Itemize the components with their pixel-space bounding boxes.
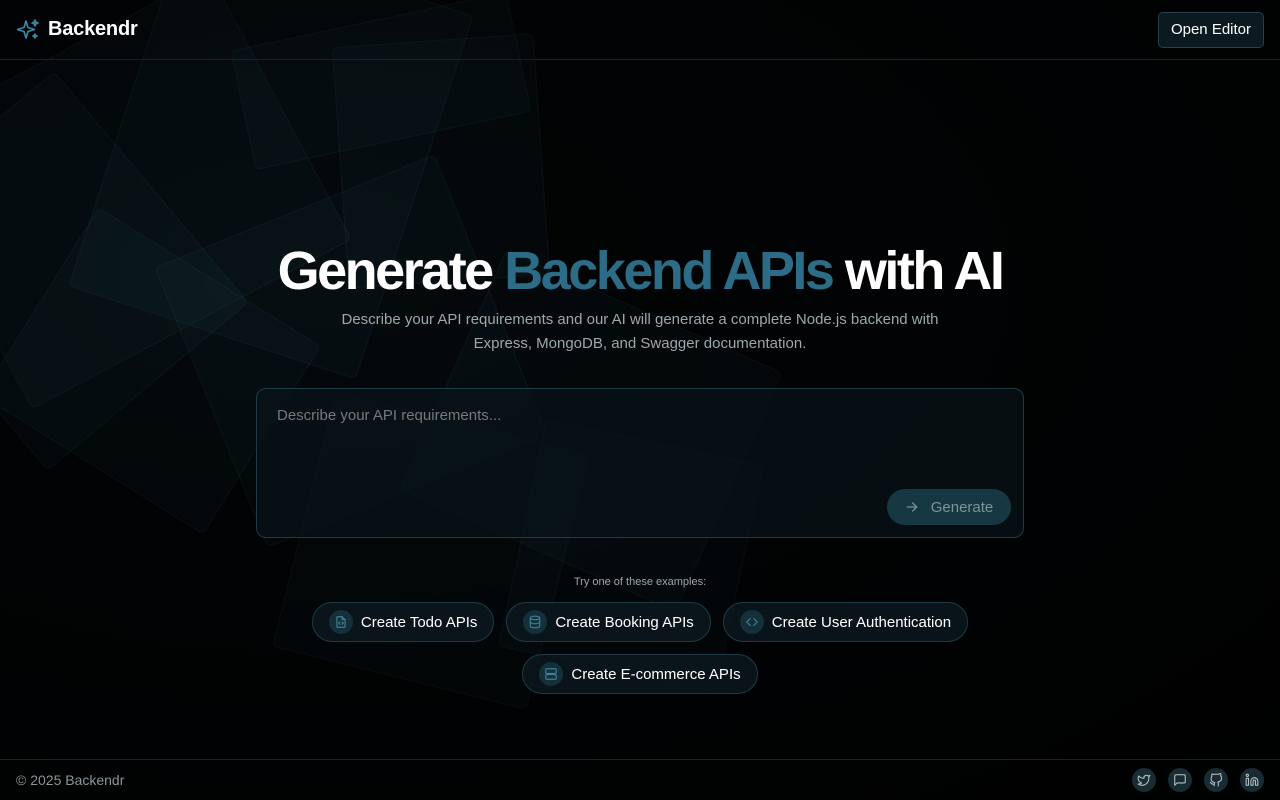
twitter-icon[interactable] <box>1132 768 1156 792</box>
copyright: © 2025 Backendr <box>16 772 125 788</box>
prompt-box: Generate <box>256 388 1024 538</box>
example-label: Create Booking APIs <box>555 613 694 631</box>
page: Backendr Open Editor Generate Backend AP… <box>0 0 1280 800</box>
example-chip-todo[interactable]: Create Todo APIs <box>311 602 495 642</box>
linkedin-icon[interactable] <box>1240 768 1264 792</box>
generate-button[interactable]: Generate <box>887 489 1011 525</box>
server-icon <box>539 662 564 686</box>
arrow-right-icon <box>905 500 919 514</box>
hero-title-accent: Backend APIs <box>504 241 835 301</box>
sparkles-icon <box>16 18 40 42</box>
prompt-input[interactable] <box>277 407 997 477</box>
top-bar: Backendr Open Editor <box>0 0 1280 60</box>
example-label: Create Todo APIs <box>360 613 478 631</box>
example-label: Create User Authentication <box>771 613 952 631</box>
hero-title-part1: Generate <box>277 241 495 301</box>
examples-list: Create Todo APIs Create Booking APIs Cre… <box>0 602 1280 694</box>
hero-title: Generate Backend APIs with AI <box>0 241 1280 301</box>
open-editor-button[interactable]: Open Editor <box>1157 11 1264 48</box>
brand-name: Backendr <box>48 18 138 40</box>
database-icon <box>523 610 548 634</box>
hero-subtitle: Describe your API requirements and our A… <box>341 311 939 352</box>
example-chip-ecommerce[interactable]: Create E-commerce APIs <box>522 654 758 694</box>
hero-title-part2: with AI <box>844 241 1005 301</box>
examples-label: Try one of these examples: <box>573 576 707 588</box>
footer: © 2025 Backendr <box>0 759 1280 800</box>
file-code-icon <box>328 610 353 634</box>
code-icon <box>739 610 764 634</box>
message-icon[interactable] <box>1168 768 1192 792</box>
main-content: Generate Backend APIs with AI Describe y… <box>0 61 1280 759</box>
example-label: Create E-commerce APIs <box>571 665 741 683</box>
example-chip-booking[interactable]: Create Booking APIs <box>506 602 711 642</box>
generate-label: Generate <box>930 498 994 516</box>
github-icon[interactable] <box>1204 768 1228 792</box>
brand[interactable]: Backendr <box>16 18 138 42</box>
social-links <box>1132 768 1264 792</box>
example-chip-auth[interactable]: Create User Authentication <box>722 602 969 642</box>
